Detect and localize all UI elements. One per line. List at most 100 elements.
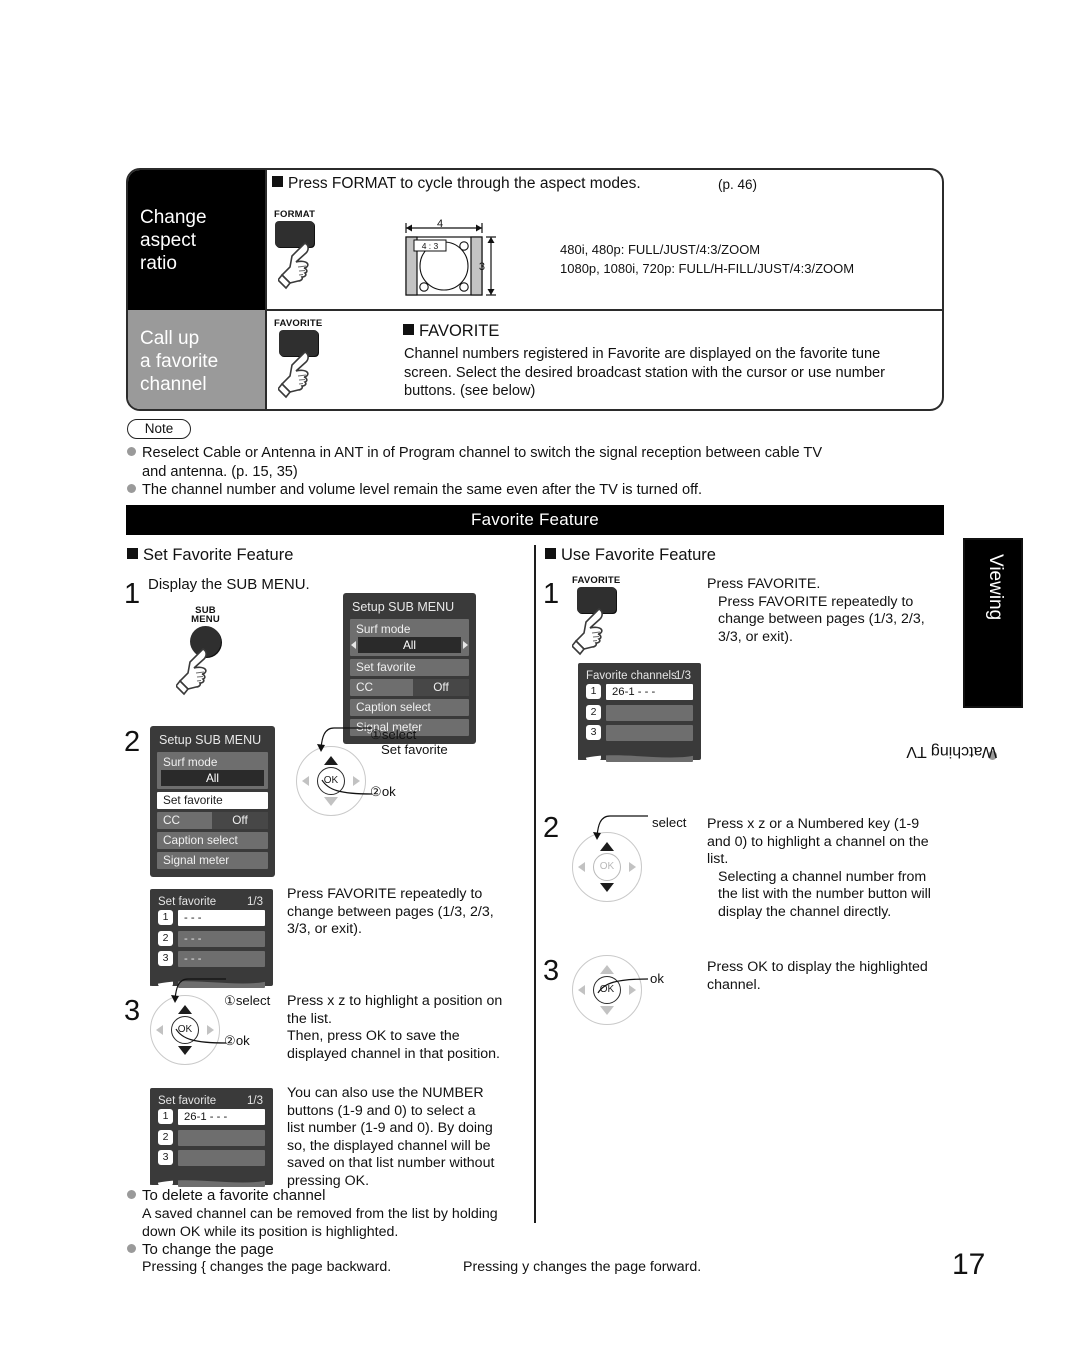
list-item[interactable]: 1 - - - <box>158 910 265 927</box>
setup-sub-menu-panel-step2: Setup SUB MENU Surf mode All Set favorit… <box>150 726 275 877</box>
arrow-right-icon[interactable] <box>463 641 468 649</box>
aspect-modes-line-1: 480i, 480p: FULL/JUST/4:3/ZOOM <box>560 242 761 257</box>
menu-item-caption-select[interactable]: Caption select <box>350 699 469 716</box>
bottom-note-body-2-right: Pressing y changes the page forward. <box>463 1259 702 1275</box>
round-bullet-icon <box>127 1190 136 1199</box>
bottom-note-title-1: To delete a favorite channel <box>127 1187 325 1204</box>
list-item[interactable]: 3 - - - <box>158 951 265 968</box>
aspect-ratio-diagram: 4 4 : 3 3 <box>405 219 496 296</box>
arrow-up-icon[interactable] <box>600 965 614 974</box>
list-value[interactable] <box>606 725 693 741</box>
use-favorite-heading: Use Favorite Feature <box>545 546 716 565</box>
callout-select: ①select <box>224 993 271 1008</box>
arrow-right-icon[interactable] <box>629 862 636 872</box>
arrow-left-icon[interactable] <box>156 1025 163 1035</box>
callout-select: select <box>652 815 687 830</box>
list-page: 1/3 <box>247 896 263 908</box>
pointing-hand-icon <box>278 351 309 399</box>
list-item[interactable]: 2 - - - <box>158 930 265 948</box>
callout-ok: ②ok <box>370 784 396 799</box>
callout-leader-line <box>175 1028 227 1044</box>
arrow-down-icon[interactable] <box>600 1006 614 1015</box>
ok-button[interactable]: OK <box>593 853 621 881</box>
list-index: 3 <box>158 951 173 966</box>
round-bullet-icon <box>127 447 136 456</box>
square-bullet-icon <box>403 324 414 335</box>
list-value[interactable]: - - - <box>178 910 265 926</box>
surf-mode-value[interactable]: All <box>161 770 264 786</box>
menu-item-set-favorite[interactable]: Set favorite <box>350 659 469 676</box>
list-value[interactable]: 26-1 - - - <box>178 1109 265 1125</box>
step1-text: Display the SUB MENU. <box>148 576 310 593</box>
square-bullet-icon <box>545 548 556 559</box>
round-bullet-icon <box>127 1244 136 1253</box>
square-bullet-icon <box>272 176 283 187</box>
surf-mode-row[interactable]: Surf mode All <box>157 752 268 789</box>
arrow-down-icon[interactable] <box>600 883 614 892</box>
callout-leader-line <box>171 978 226 1003</box>
list-index: 2 <box>158 1129 173 1145</box>
note-item: The channel number and volume level rema… <box>127 481 702 500</box>
callout-select-target: Set favorite <box>381 742 448 757</box>
favorite-heading: FAVORITE <box>403 322 499 341</box>
step-number: 1 <box>543 578 560 610</box>
arrow-left-icon[interactable] <box>351 641 356 649</box>
bottom-note-body-2: Pressing { changes the page backward. <box>142 1259 392 1275</box>
sub-menu-key-label-2: MENU <box>191 614 220 625</box>
arrow-left-icon[interactable] <box>578 985 585 995</box>
menu-item-cc[interactable]: CC Off <box>350 679 469 696</box>
section-banner: Favorite Feature <box>126 505 944 535</box>
torn-page-edge <box>578 746 701 760</box>
arrow-left-icon[interactable] <box>302 776 309 786</box>
surf-mode-label: Surf mode <box>356 622 411 636</box>
list-value[interactable]: - - - <box>178 930 265 947</box>
square-bullet-icon <box>127 548 138 559</box>
list-value[interactable]: 26-1 - - - <box>606 684 693 700</box>
aspect-page-ref: (p. 46) <box>718 177 758 192</box>
surf-mode-label: Surf mode <box>163 755 218 769</box>
bottom-note-body-1: A saved channel can be removed from the … <box>142 1206 498 1240</box>
favorite-key-label: FAVORITE <box>572 575 621 586</box>
step-number: 2 <box>124 726 141 758</box>
menu-item-set-favorite[interactable]: Set favorite <box>157 792 268 809</box>
callout-leader-line <box>317 727 372 752</box>
list-value[interactable] <box>606 704 693 721</box>
step-number: 3 <box>543 955 560 987</box>
list-item[interactable]: 2 <box>586 704 693 722</box>
list-item[interactable]: 2 <box>158 1129 265 1147</box>
bottom-note-title-2: To change the page <box>127 1241 274 1258</box>
arrow-left-icon[interactable] <box>578 862 585 872</box>
list-index: 1 <box>586 684 601 699</box>
menu-item-signal-meter[interactable]: Signal meter <box>157 852 268 869</box>
list-header: Set favorite 1/3 <box>158 896 263 908</box>
step-number: 3 <box>124 995 141 1027</box>
svg-text:4: 4 <box>437 219 443 230</box>
list-value[interactable]: - - - <box>178 951 265 967</box>
list-value[interactable] <box>178 1129 265 1146</box>
list-index: 1 <box>158 910 173 925</box>
favorite-body: Channel numbers registered in Favorite a… <box>404 346 886 400</box>
surf-mode-value[interactable]: All <box>351 637 468 653</box>
cc-value: Off <box>212 812 268 829</box>
list-item[interactable]: 3 <box>158 1150 265 1167</box>
aspect-modes-line-2: 1080p, 1080i, 720p: FULL/H-FILL/JUST/4:3… <box>560 261 855 276</box>
menu-item-caption-select[interactable]: Caption select <box>157 832 268 849</box>
list-index: 2 <box>586 704 601 720</box>
menu-item-cc[interactable]: CC Off <box>157 812 268 829</box>
list-item[interactable]: 1 26-1 - - - <box>586 684 693 701</box>
list-item[interactable]: 1 26-1 - - - <box>158 1109 265 1126</box>
callout-leader-line <box>597 978 649 994</box>
list-item[interactable]: 3 <box>586 725 693 742</box>
use-step1-text: Press FAVORITE. Press FAVORITE repeatedl… <box>707 576 925 645</box>
list-value[interactable] <box>178 1150 265 1166</box>
svg-text:3: 3 <box>479 261 485 273</box>
panel-vertical-divider <box>265 170 267 409</box>
step3-text: Press x z to highlight a position on the… <box>287 993 503 1062</box>
list-header: Favorite channels 1/3 <box>586 670 691 682</box>
aspect-side-label: Change aspect ratio <box>140 207 207 274</box>
list-index: 3 <box>158 1150 173 1165</box>
callout-leader-line <box>593 815 648 840</box>
svg-text:4 : 3: 4 : 3 <box>422 241 439 251</box>
page-number: 17 <box>952 1248 986 1281</box>
surf-mode-row[interactable]: Surf mode All <box>350 619 469 656</box>
